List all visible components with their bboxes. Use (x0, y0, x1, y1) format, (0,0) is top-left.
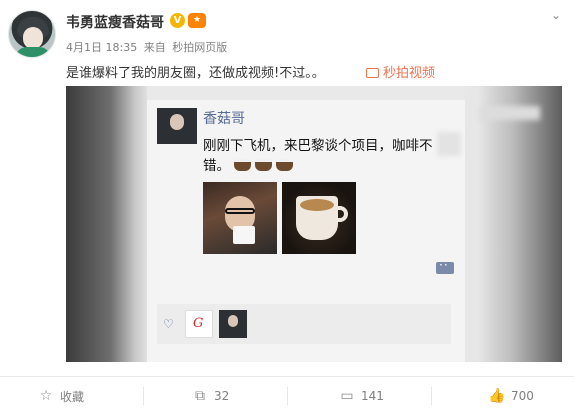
video-link[interactable]: 秒拍视频 (366, 62, 435, 81)
action-separator (431, 387, 432, 405)
star-icon: ☆ (39, 388, 53, 404)
source-prefix: 来自 (143, 41, 166, 54)
moments-text-line2-label: 错。 (203, 158, 230, 174)
blurred-watermark (480, 106, 540, 120)
moments-text-line1: 刚刚下飞机，来巴黎谈个项目，咖啡不 (203, 138, 433, 154)
fans-badge-icon[interactable]: ★ (188, 13, 206, 28)
moments-photo-selfie (203, 182, 277, 254)
comment-bubble-icon (436, 258, 454, 274)
moments-text-line2: 错。 (203, 154, 293, 174)
post-source[interactable]: 秒拍网页版 (172, 41, 227, 54)
post-meta: 4月1日 18:35 来自 秒拍网页版 (66, 39, 230, 55)
liker-avatar (219, 310, 247, 338)
author-name[interactable]: 韦勇蓝瘦香菇哥 (66, 12, 164, 32)
photo-cup-handle (336, 206, 348, 222)
post-date[interactable]: 4月1日 18:35 (66, 41, 137, 54)
moments-screenshot: 香菇哥 刚刚下飞机，来巴黎谈个项目，咖啡不 错。 ♡ (147, 86, 465, 362)
comment-button[interactable]: ▭ 141 (339, 383, 384, 409)
verified-badge-icon: V (170, 13, 185, 28)
action-separator (143, 387, 144, 405)
action-separator (287, 387, 288, 405)
repost-button[interactable]: ⧉ 32 (192, 383, 229, 409)
favorite-label: 收藏 (60, 389, 85, 404)
avatar-face (23, 27, 43, 49)
moments-name: 香菇哥 (203, 111, 245, 127)
video-camera-icon (366, 68, 379, 78)
moments-avatar (157, 108, 197, 144)
blurred-character (437, 132, 461, 156)
comment-count: 141 (361, 389, 384, 403)
photo-coffee (300, 199, 334, 211)
coffee-icon (255, 159, 272, 171)
moments-photo-coffee (282, 182, 356, 254)
liker-avatar (185, 310, 213, 338)
avatar[interactable] (8, 10, 56, 58)
video-player[interactable]: 香菇哥 刚刚下飞机，来巴黎谈个项目，咖啡不 错。 ♡ (66, 86, 562, 362)
like-button[interactable]: 👍 700 (488, 383, 534, 409)
thumbs-up-icon: 👍 (488, 388, 506, 404)
chevron-down-icon[interactable]: ⌄ (549, 8, 563, 22)
coffee-icon (276, 159, 293, 171)
like-count: 700 (511, 389, 534, 403)
photo-glasses (225, 208, 255, 214)
post-text: 是谁爆料了我的朋友圈，还做成视频!不过。。 (66, 66, 325, 81)
moments-like-bar: ♡ (157, 304, 451, 344)
photo-mug (233, 226, 255, 244)
phone-top-bar (147, 86, 465, 100)
favorite-button[interactable]: ☆ 收藏 (38, 383, 84, 409)
comment-icon: ▭ (340, 388, 354, 404)
video-link-label: 秒拍视频 (383, 66, 436, 81)
coffee-icon (234, 159, 251, 171)
avatar-shirt (15, 47, 51, 57)
action-bar-divider (0, 376, 574, 377)
repost-icon: ⧉ (195, 388, 205, 404)
repost-count: 32 (214, 389, 230, 403)
heart-icon: ♡ (163, 317, 174, 331)
